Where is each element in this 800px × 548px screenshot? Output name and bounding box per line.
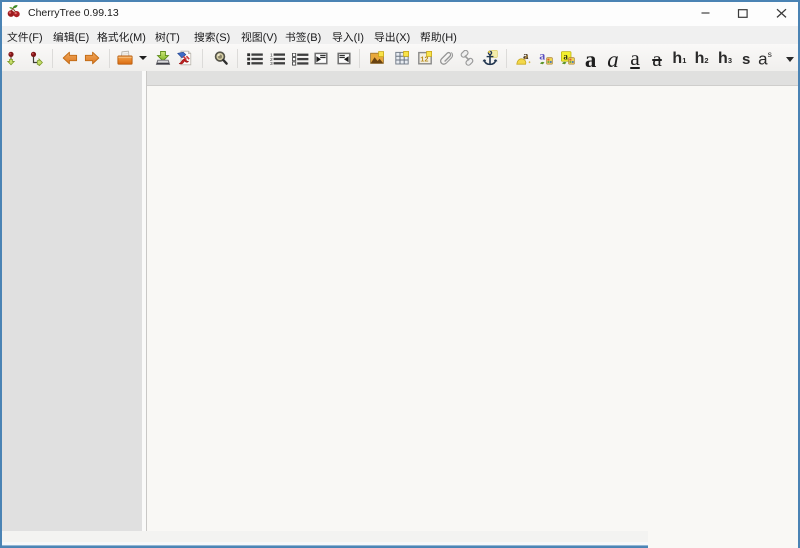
svg-text:a: a [563, 51, 568, 61]
svg-text:3: 3 [270, 61, 273, 66]
svg-text:a: a [539, 50, 545, 63]
svg-text:12: 12 [420, 56, 428, 64]
